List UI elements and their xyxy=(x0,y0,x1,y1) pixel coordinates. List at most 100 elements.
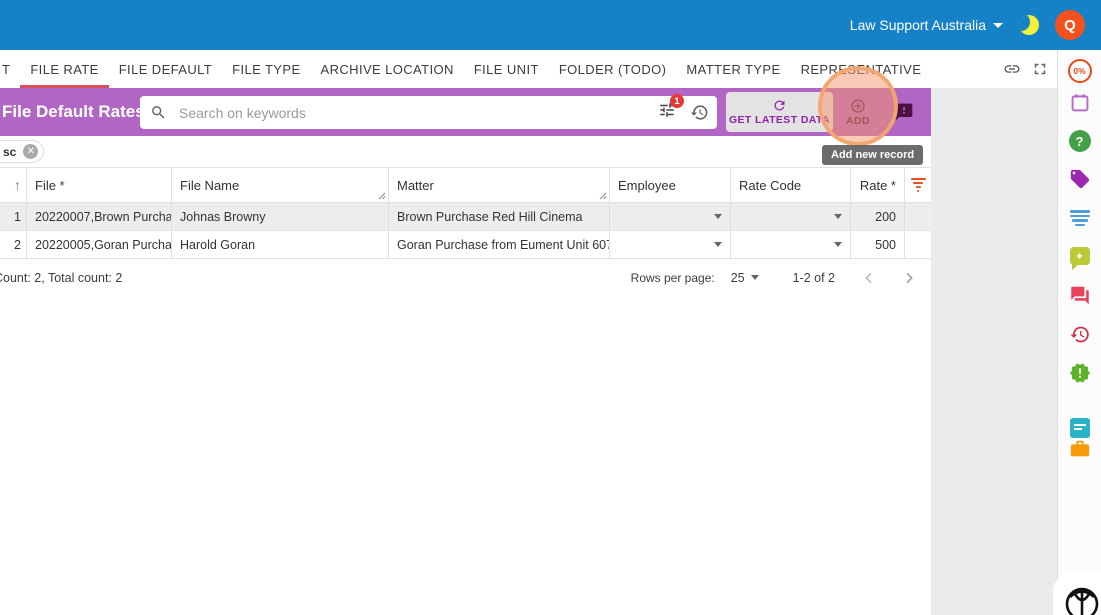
table-row: 1 20220007,Brown Purchas. Johnas Browny … xyxy=(0,203,931,231)
accessibility-wheel-icon xyxy=(1062,582,1101,615)
row-number: 2 xyxy=(0,231,27,258)
search-history-icon[interactable] xyxy=(690,103,709,122)
search-icon xyxy=(150,104,167,121)
usage-percent-value: 0% xyxy=(1073,66,1085,76)
right-sidebar: 0% ? ✦ xyxy=(1057,50,1101,615)
header-rate[interactable]: Rate * xyxy=(851,168,905,202)
cell-dropdown-icon[interactable] xyxy=(834,214,842,219)
cell-file-name[interactable]: Johnas Browny xyxy=(172,203,389,230)
cell-file[interactable]: 20220005,Goran Purchas.. xyxy=(27,231,172,258)
filter-settings-button[interactable]: 1 xyxy=(658,101,676,124)
refresh-icon xyxy=(772,98,787,113)
chevron-right-icon xyxy=(901,270,917,286)
calendar-icon[interactable] xyxy=(1069,92,1090,113)
header-file[interactable]: File * xyxy=(27,168,172,202)
header-employee[interactable]: Employee xyxy=(610,168,731,202)
tab-archive-location[interactable]: ARCHIVE LOCATION xyxy=(311,50,464,88)
cell-rate[interactable]: 200 xyxy=(851,203,905,230)
account-menu[interactable]: Law Support Australia xyxy=(850,17,1003,33)
search-box: 1 xyxy=(140,96,717,129)
page-title: File Default Rates xyxy=(2,102,145,122)
cell-file[interactable]: 20220007,Brown Purchas. xyxy=(27,203,172,230)
add-tooltip: Add new record xyxy=(822,145,923,165)
add-label: ADD xyxy=(846,115,870,127)
header-file-name[interactable]: File Name xyxy=(172,168,389,202)
column-resize-handle[interactable] xyxy=(378,192,386,200)
cell-rate-code[interactable] xyxy=(731,203,851,230)
tab-bar: T FILE RATE FILE DEFAULT FILE TYPE ARCHI… xyxy=(0,50,1057,88)
tab-representative[interactable]: REPRESENTATIVE xyxy=(791,50,932,88)
cell-rate[interactable]: 500 xyxy=(851,231,905,258)
help-icon[interactable]: ? xyxy=(1069,130,1091,152)
filter-chip[interactable]: sc ✕ xyxy=(0,140,44,163)
table-row: 2 20220005,Goran Purchas.. Harold Goran … xyxy=(0,231,931,259)
content-panel: File Default Rates 1 GET LATEST DATA ADD xyxy=(0,88,931,615)
tab-file-unit[interactable]: FILE UNIT xyxy=(464,50,549,88)
add-circle-icon xyxy=(850,98,866,114)
avatar-letter: Q xyxy=(1064,17,1076,34)
feedback-icon[interactable] xyxy=(894,102,914,122)
alert-burst-icon[interactable] xyxy=(1069,362,1091,384)
filter-count-badge: 1 xyxy=(670,94,684,108)
tab-matter-type[interactable]: MATTER TYPE xyxy=(676,50,790,88)
app-window: Law Support Australia Q T FILE RATE FILE… xyxy=(0,0,1101,615)
cell-rate-code[interactable] xyxy=(731,231,851,258)
fullscreen-icon[interactable] xyxy=(1031,60,1049,78)
event-note-icon[interactable] xyxy=(1070,418,1090,438)
grid-header-row: ↑ File * File Name Matter Employee Rate … xyxy=(0,167,931,203)
get-latest-data-label: GET LATEST DATA xyxy=(729,114,830,126)
tab-file-type[interactable]: FILE TYPE xyxy=(222,50,310,88)
top-bar: Law Support Australia Q xyxy=(0,0,1101,50)
column-filter-icon[interactable] xyxy=(911,178,926,192)
link-icon[interactable] xyxy=(1003,60,1021,78)
pagination-range: 1-2 of 2 xyxy=(793,271,835,285)
cell-dropdown-icon[interactable] xyxy=(834,242,842,247)
chat-icon[interactable] xyxy=(1069,285,1090,306)
cell-employee[interactable] xyxy=(610,203,731,230)
dark-mode-moon-icon[interactable] xyxy=(1019,15,1039,35)
row-number: 1 xyxy=(0,203,27,230)
rows-per-page-label: Rows per page: xyxy=(631,271,715,285)
rows-per-page-select[interactable]: 25 xyxy=(731,271,759,285)
sort-arrow-icon[interactable]: ↑ xyxy=(14,177,21,193)
avatar[interactable]: Q xyxy=(1055,10,1085,40)
tab-file-rate[interactable]: FILE RATE xyxy=(20,50,108,88)
tab-file-default[interactable]: FILE DEFAULT xyxy=(109,50,222,88)
tab-folder-todo[interactable]: FOLDER (TODO) xyxy=(549,50,677,88)
column-resize-handle[interactable] xyxy=(599,192,607,200)
header-rate-code[interactable]: Rate Code xyxy=(731,168,851,202)
cell-dropdown-icon[interactable] xyxy=(714,214,722,219)
previous-page-button[interactable] xyxy=(857,266,881,290)
filter-chip-label: sc xyxy=(3,145,16,159)
new-message-icon[interactable]: ✦ xyxy=(1070,247,1090,265)
account-name: Law Support Australia xyxy=(850,17,986,33)
accessibility-widget[interactable] xyxy=(1053,573,1101,615)
chip-close-icon[interactable]: ✕ xyxy=(23,144,38,159)
grid-footer: Count: 2, Total count: 2 Rows per page: … xyxy=(0,259,931,296)
briefcase-icon[interactable] xyxy=(1069,438,1091,460)
notes-icon[interactable] xyxy=(1070,210,1090,226)
record-count: Count: 2, Total count: 2 xyxy=(0,271,122,285)
tab-cutoff[interactable]: T xyxy=(0,50,20,88)
chevron-down-icon xyxy=(993,23,1003,28)
chevron-left-icon xyxy=(861,270,877,286)
next-page-button[interactable] xyxy=(897,266,921,290)
get-latest-data-button[interactable]: GET LATEST DATA xyxy=(726,92,833,132)
add-button[interactable]: ADD xyxy=(838,92,878,132)
cell-file-name[interactable]: Harold Goran xyxy=(172,231,389,258)
grid-toolbar: File Default Rates 1 GET LATEST DATA ADD xyxy=(0,88,931,136)
cell-employee[interactable] xyxy=(610,231,731,258)
header-matter[interactable]: Matter xyxy=(389,168,610,202)
search-input[interactable] xyxy=(179,105,658,121)
usage-percent-icon[interactable]: 0% xyxy=(1068,59,1092,83)
tag-icon[interactable] xyxy=(1069,168,1091,190)
cell-matter[interactable]: Goran Purchase from Eument Unit 607 152 xyxy=(389,231,610,258)
rows-per-page-value: 25 xyxy=(731,271,745,285)
cell-dropdown-icon[interactable] xyxy=(714,242,722,247)
history-icon[interactable] xyxy=(1069,324,1090,345)
filter-chip-row: sc ✕ xyxy=(0,136,931,167)
data-grid: ↑ File * File Name Matter Employee Rate … xyxy=(0,167,931,259)
chevron-down-icon xyxy=(751,275,759,280)
help-glyph: ? xyxy=(1076,134,1084,149)
cell-matter[interactable]: Brown Purchase Red Hill Cinema xyxy=(389,203,610,230)
